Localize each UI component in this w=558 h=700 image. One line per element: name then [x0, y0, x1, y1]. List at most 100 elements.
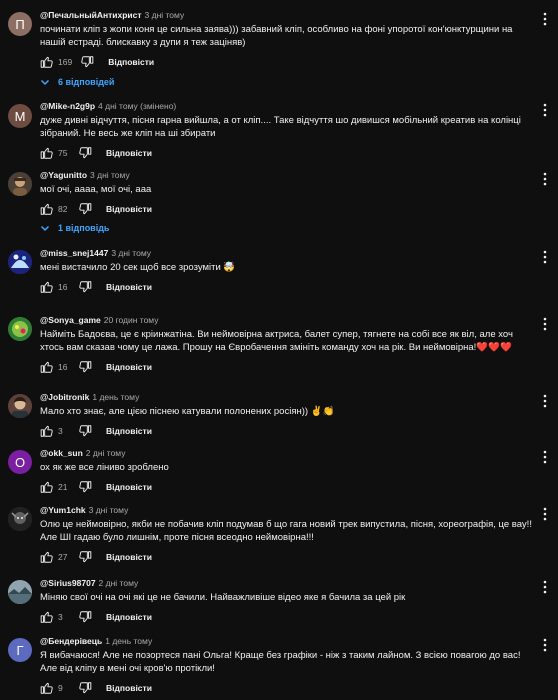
thumbs-up-icon[interactable]	[40, 480, 54, 494]
like-count: 3	[58, 426, 63, 436]
comment-text: Найміть Бадоєва, це є кріинжатіна. Ви не…	[40, 329, 513, 353]
like-count: 27	[58, 552, 68, 562]
comment-text: мої очі, аааа, мої очі, ааа	[40, 184, 152, 195]
reply-button[interactable]: Відповісти	[106, 362, 152, 372]
avatar[interactable]: П	[8, 12, 32, 36]
thumbs-down-icon[interactable]	[78, 146, 92, 160]
more-vert-icon[interactable]	[540, 103, 550, 117]
comment-text: Олю це неймовірно, якби не побачив кліп …	[40, 519, 532, 543]
comment-time[interactable]: 2 дні тому	[99, 578, 139, 588]
reply-button[interactable]: Відповісти	[106, 204, 152, 214]
more-vert-icon[interactable]	[540, 638, 550, 652]
comment-author[interactable]: @okk_sun	[40, 448, 83, 458]
comment-time[interactable]: 20 годин тому	[104, 315, 159, 325]
reply-button[interactable]: Відповісти	[106, 148, 152, 158]
thumbs-up-icon[interactable]	[40, 202, 54, 216]
thumbs-down-icon[interactable]	[78, 424, 92, 438]
comment-time[interactable]: 1 день тому	[105, 636, 152, 646]
thumbs-up-icon[interactable]	[40, 610, 54, 624]
show-replies-button[interactable]: 1 відповідь	[40, 220, 109, 236]
avatar-letter: M	[14, 108, 26, 124]
like-count: 3	[58, 612, 63, 622]
reply-button[interactable]: Відповісти	[108, 57, 154, 67]
avatar[interactable]: O	[8, 450, 32, 474]
comment-author[interactable]: @Mike-n2g9p	[40, 101, 95, 111]
comment-author[interactable]: @Yum1chk	[40, 505, 86, 515]
more-vert-icon[interactable]	[540, 450, 550, 464]
reply-button[interactable]: Відповісти	[106, 552, 152, 562]
thumbs-up-icon[interactable]	[40, 681, 54, 695]
thumbs-up-icon[interactable]	[40, 146, 54, 160]
replies-label: 6 відповідей	[58, 77, 115, 87]
reply-button[interactable]: Відповісти	[106, 612, 152, 622]
more-vert-icon[interactable]	[540, 172, 550, 186]
thumbs-down-icon[interactable]	[78, 550, 92, 564]
thumbs-up-icon[interactable]	[40, 280, 54, 294]
comment-text: дуже дивні відчуття, пісня гарна вийшла,…	[40, 115, 521, 139]
like-count: 82	[58, 204, 68, 214]
avatar[interactable]: M	[8, 104, 32, 128]
avatar[interactable]	[8, 394, 32, 418]
comment-author[interactable]: @Бендерівець	[40, 636, 102, 646]
comment-time[interactable]: 4 дні тому (змінено)	[98, 101, 176, 111]
avatar-image	[8, 172, 32, 196]
comment-author[interactable]: @Jobitronik	[40, 392, 89, 402]
show-replies-button[interactable]: 6 відповідей	[40, 74, 114, 90]
comment-author[interactable]: @ПечальныйАнтихрист	[40, 10, 142, 20]
avatar[interactable]	[8, 507, 32, 531]
thumbs-down-icon[interactable]	[78, 681, 92, 695]
thumbs-up-icon[interactable]	[40, 360, 54, 374]
comment-author[interactable]: @Yagunitto	[40, 170, 87, 180]
comment-text: Я вибачаюся! Але не позортеся пані Ольга…	[40, 650, 521, 674]
thumbs-up-icon[interactable]	[40, 424, 54, 438]
avatar-letter: O	[14, 454, 26, 470]
reply-button[interactable]: Відповісти	[106, 282, 152, 292]
thumbs-down-icon[interactable]	[80, 55, 94, 69]
avatar[interactable]	[8, 317, 32, 341]
reply-button[interactable]: Відповісти	[106, 683, 152, 693]
thumbs-down-icon[interactable]	[78, 202, 92, 216]
comment-author[interactable]: @Sirius98707	[40, 578, 96, 588]
like-count: 169	[58, 57, 73, 67]
comment-text: Мало хто знає, але цією піснею катували …	[40, 406, 335, 417]
thumbs-up-icon[interactable]	[40, 550, 54, 564]
more-vert-icon[interactable]	[540, 507, 550, 521]
comment-text: починати кліп з жопи коня це сильна заяв…	[40, 24, 513, 48]
thumbs-down-icon[interactable]	[78, 480, 92, 494]
avatar[interactable]: Г	[8, 638, 32, 662]
thumbs-down-icon[interactable]	[78, 610, 92, 624]
avatar-image	[8, 580, 32, 604]
comment-time[interactable]: 3 дні тому	[89, 505, 129, 515]
comment-time[interactable]: 1 день тому	[92, 392, 139, 402]
more-vert-icon[interactable]	[540, 12, 550, 26]
comment-text: Міняю свої очі на очі які це не бачили. …	[40, 592, 406, 603]
more-vert-icon[interactable]	[540, 394, 550, 408]
reply-button[interactable]: Відповісти	[106, 482, 152, 492]
comment-time[interactable]: 2 дні тому	[86, 448, 126, 458]
avatar-image	[8, 250, 32, 274]
comment-time[interactable]: 3 дні тому	[90, 170, 130, 180]
like-count: 16	[58, 282, 68, 292]
avatar[interactable]	[8, 250, 32, 274]
avatar-letter: Г	[16, 642, 24, 658]
reply-button[interactable]: Відповісти	[106, 426, 152, 436]
thumbs-up-icon[interactable]	[40, 55, 54, 69]
thumbs-down-icon[interactable]	[78, 280, 92, 294]
more-vert-icon[interactable]	[540, 250, 550, 264]
thumbs-down-icon[interactable]	[78, 360, 92, 374]
avatar-image	[8, 394, 32, 418]
comment-text: мені вистачило 20 сек щоб все зрозуміти …	[40, 262, 236, 273]
more-vert-icon[interactable]	[540, 580, 550, 594]
chevron-down-icon	[40, 223, 50, 233]
more-vert-icon[interactable]	[540, 317, 550, 331]
avatar-image	[8, 317, 32, 341]
chevron-down-icon	[40, 77, 50, 87]
avatar[interactable]	[8, 580, 32, 604]
avatar[interactable]	[8, 172, 32, 196]
comment-author[interactable]: @miss_snej1447	[40, 248, 108, 258]
comment-time[interactable]: 3 дні тому	[145, 10, 185, 20]
avatar-letter: П	[15, 16, 25, 32]
comment-author[interactable]: @Sonya_game	[40, 315, 101, 325]
like-count: 9	[58, 683, 63, 693]
comment-time[interactable]: 3 дні тому	[111, 248, 151, 258]
